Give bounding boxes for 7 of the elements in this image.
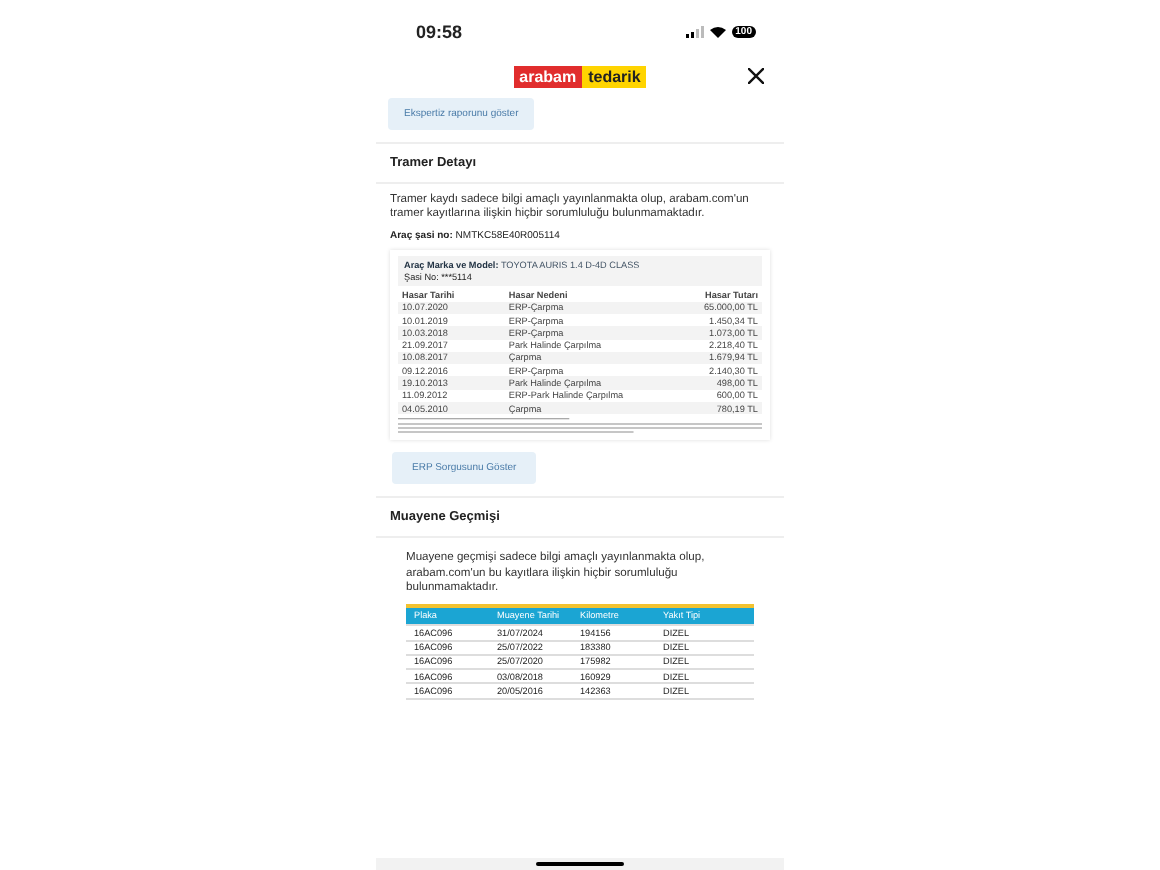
logo-right: tedarik <box>582 65 647 87</box>
wifi-icon <box>709 26 726 38</box>
status-time: 09:58 <box>416 22 463 42</box>
logo-left: arabam <box>513 65 583 87</box>
signal-icon <box>685 26 704 38</box>
close-icon[interactable] <box>748 68 764 84</box>
home-indicator <box>536 862 624 866</box>
